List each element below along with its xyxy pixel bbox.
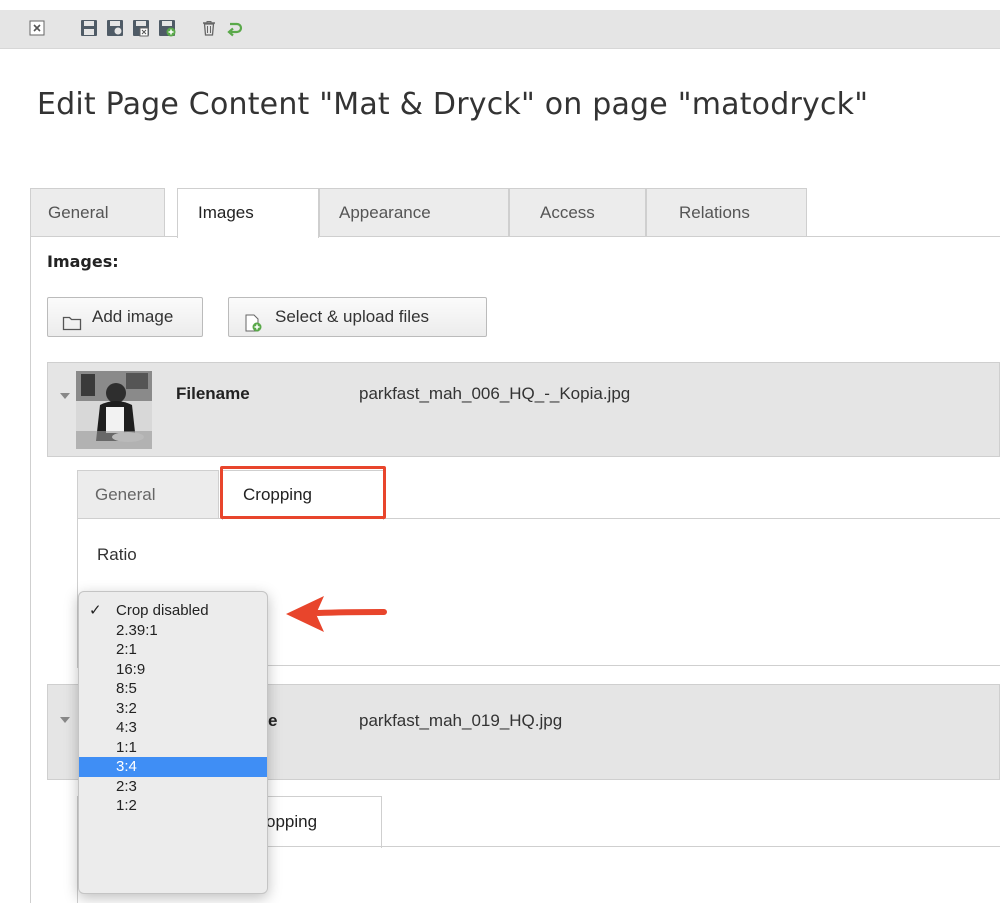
docheader-toolbar xyxy=(0,10,1000,49)
tab-general[interactable]: General xyxy=(30,188,165,236)
add-image-button[interactable]: Add image xyxy=(47,297,203,337)
option-label: 4:3 xyxy=(116,719,137,736)
option-label: 1:1 xyxy=(116,738,137,756)
option-label: 16:9 xyxy=(116,660,146,678)
ratio-option-16-9[interactable]: 16:9 xyxy=(79,660,267,680)
save-new-icon[interactable] xyxy=(158,19,176,37)
ratio-label: Ratio xyxy=(97,545,137,564)
ratio-option-4-3[interactable]: 4:3 xyxy=(79,718,267,738)
option-label: 2:3 xyxy=(116,777,137,795)
save-view-icon[interactable] xyxy=(106,19,124,37)
ratio-option-8-5[interactable]: 8:5 xyxy=(79,679,267,699)
ratio-option-1-2[interactable]: 1:2 xyxy=(79,796,267,816)
option-label: 2.39:1 xyxy=(116,621,158,639)
ratio-option-2-3[interactable]: 2:3 xyxy=(79,777,267,797)
select-upload-files-button[interactable]: Select & upload files xyxy=(228,297,487,337)
cropping-label-partial: opping xyxy=(266,812,318,831)
collapse-caret-icon[interactable] xyxy=(60,717,70,723)
option-label: 3:4 xyxy=(116,758,137,775)
option-label: 8:5 xyxy=(116,680,137,697)
file-reference-header[interactable]: Filename parkfast_mah_006_HQ_-_Kopia.jpg xyxy=(47,362,1000,457)
inner-tab-general[interactable]: General xyxy=(77,470,219,519)
ratio-option-3-2[interactable]: 3:2 xyxy=(79,699,267,719)
option-label: 3:2 xyxy=(116,699,137,717)
tabs-divider xyxy=(30,236,1000,237)
close-icon[interactable] xyxy=(28,19,46,37)
tab-access[interactable]: Access xyxy=(509,188,646,236)
tab-appearance[interactable]: Appearance xyxy=(319,188,509,236)
ratio-option-3-4[interactable]: 3:4 xyxy=(79,757,267,777)
folder-icon xyxy=(62,308,82,331)
add-image-label: Add image xyxy=(92,307,174,326)
checkmark-icon: ✓ xyxy=(89,602,102,619)
ratio-option-2-1[interactable]: 2:1 xyxy=(79,640,267,660)
file-upload-icon xyxy=(243,308,263,332)
ratio-dropdown-menu[interactable]: ✓ Crop disabled 2.39:1 2:1 16:9 8:5 3:2 4… xyxy=(78,591,268,894)
main-tabs: General Images Appearance Access Relatio… xyxy=(30,188,1000,238)
save-close-icon[interactable] xyxy=(132,19,150,37)
option-label: Crop disabled xyxy=(116,602,209,619)
inner-tabs-divider xyxy=(77,518,1000,519)
undo-icon[interactable] xyxy=(226,19,244,37)
filename-value-2: parkfast_mah_019_HQ.jpg xyxy=(359,711,563,730)
collapse-caret-icon[interactable] xyxy=(60,393,70,399)
ratio-option-crop-disabled[interactable]: ✓ Crop disabled xyxy=(79,601,267,621)
option-label: 1:2 xyxy=(116,797,137,814)
upload-label: Select & upload files xyxy=(275,307,430,326)
content-frame-border xyxy=(30,236,31,903)
tab-images[interactable]: Images xyxy=(177,188,319,238)
tab-relations[interactable]: Relations xyxy=(646,188,807,236)
image-thumbnail xyxy=(76,371,152,449)
annotation-arrow-icon xyxy=(286,596,387,632)
cropping-tab-highlight xyxy=(220,466,386,519)
filename-value: parkfast_mah_006_HQ_-_Kopia.jpg xyxy=(359,384,631,403)
page-title: Edit Page Content "Mat & Dryck" on page … xyxy=(37,87,869,122)
images-field-label: Images: xyxy=(47,252,119,271)
filename-label-partial: e xyxy=(268,711,278,730)
delete-icon[interactable] xyxy=(200,19,218,37)
option-label: 2:1 xyxy=(116,641,137,658)
filename-label: Filename xyxy=(176,384,250,403)
save-icon[interactable] xyxy=(80,19,98,37)
ratio-option-2-39-1[interactable]: 2.39:1 xyxy=(79,621,267,641)
ratio-option-1-1[interactable]: 1:1 xyxy=(79,738,267,758)
